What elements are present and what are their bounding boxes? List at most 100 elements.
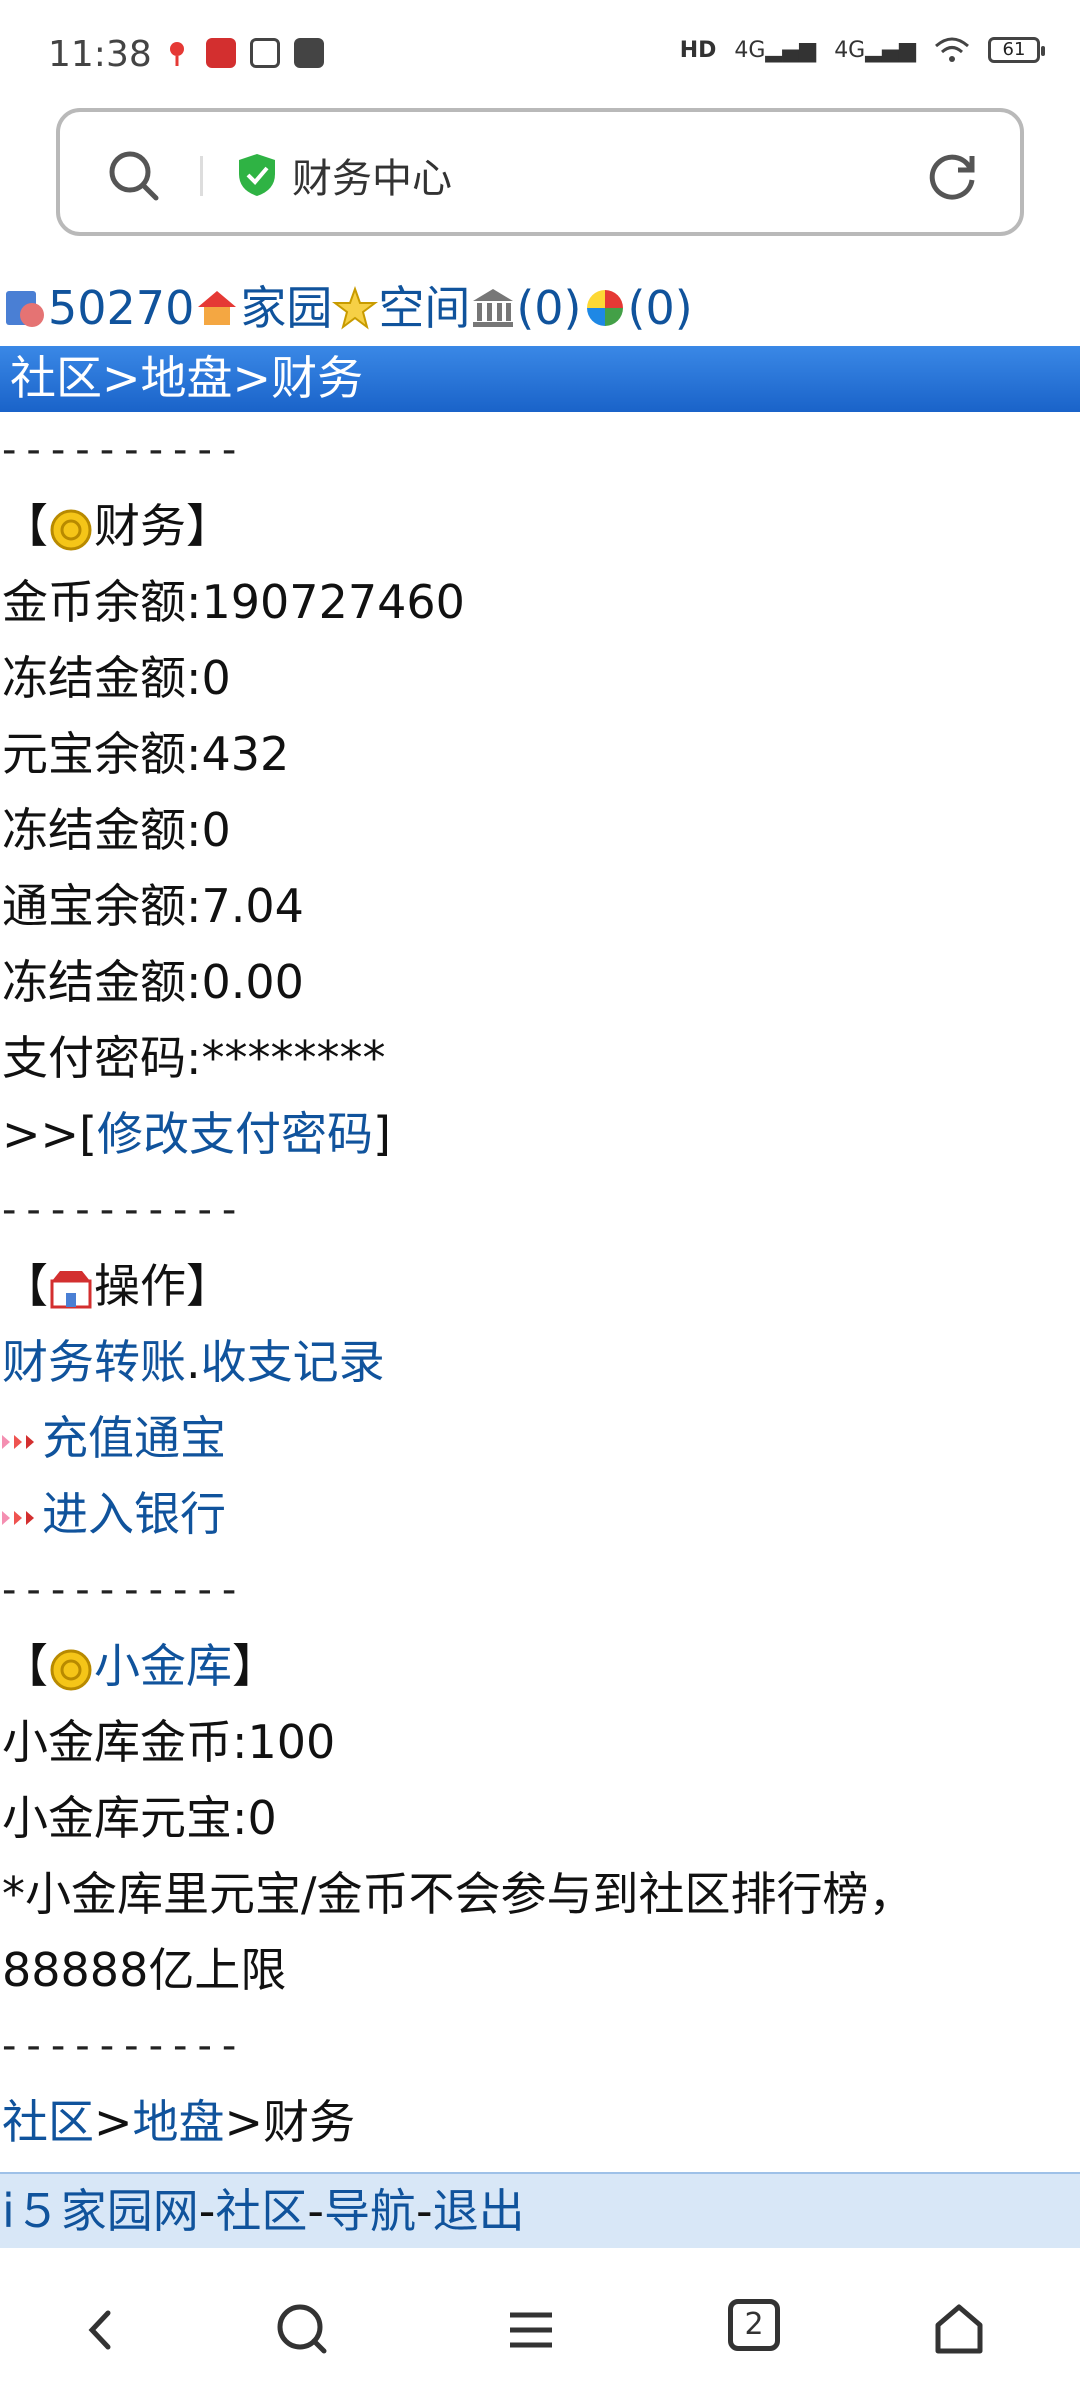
breadcrumb-finance: 财务 [263,2095,356,2149]
bracket-right: 】 [232,1639,278,1693]
footer-community-link[interactable]: 社区 [215,2184,307,2238]
footer-nav-link[interactable]: 导航 [324,2184,416,2238]
bank-count-link[interactable]: (0) [516,270,581,346]
home-link[interactable]: 家园 [240,270,332,346]
divider: ---------- [2,1187,247,1233]
breadcrumb-community[interactable]: 社区 [10,351,102,405]
footer-bar: i５家园网-社区-导航-退出 [0,2172,1080,2248]
user-avatar-icon [6,291,44,327]
address-bar[interactable]: 财务中心 [56,108,1024,236]
status-bar: 11:38 HD 4G▂▄▆ 4G▂▄▆ 61 [0,0,1080,105]
signal-icon: 4G▂▄▆ [734,37,817,63]
status-notification-icons [162,38,324,68]
signal-icon-2: 4G▂▄▆ [834,37,916,63]
bracket-right: 】 [186,1259,232,1313]
hd-icon: HD [679,37,717,63]
dash: - [198,2184,216,2238]
reload-icon[interactable] [924,148,980,204]
tabs-button[interactable]: 2 [728,2299,780,2351]
dash: - [307,2184,324,2238]
bank-icon [473,289,514,327]
modify-password-row: >>[修改支付密码] [0,1096,1080,1172]
gold-balance: 金币余额:190727460 [2,575,465,629]
bracket-right: 】 [186,499,232,553]
coin-icon [50,1649,92,1690]
vault-header: 【小金库】 [0,1628,1080,1704]
operations-header: 【操作】 [0,1248,1080,1324]
message-icon [250,38,280,68]
dot-separator: . [186,1335,201,1389]
breadcrumb-finance: 财务 [271,351,364,405]
bracket-left: 【 [2,1639,48,1693]
breadcrumb-sep: > [224,2095,264,2149]
bracket-left: 【 [2,1259,48,1313]
coin-icon [50,509,92,550]
search-icon[interactable] [104,146,164,206]
breadcrumb-top: 社区>地盘>财务 [0,346,1080,412]
yuanbao-balance: 元宝余额:432 [2,727,290,781]
back-icon[interactable] [66,2295,136,2365]
page-content: 50270 家园 空间 (0) (0) 社区>地盘>财务 ---------- … [0,270,1080,2160]
records-link[interactable]: 收支记录 [201,1335,385,1389]
bracket-left: 【 [2,499,48,553]
site-home-link[interactable]: i５家园网 [2,2184,199,2238]
page-title: 财务中心 [292,156,452,202]
finance-header: 【财务】 [0,488,1080,564]
breadcrumb-sep: > [102,351,141,405]
triple-arrow-icon [2,1434,34,1449]
operations-title: 操作 [94,1259,186,1313]
triple-arrow-icon [2,1510,34,1525]
vault-gold: 小金库金币:100 [2,1715,336,1769]
logout-link[interactable]: 退出 [433,2184,525,2238]
breadcrumb-territory[interactable]: 地盘 [133,2095,225,2149]
transfer-link[interactable]: 财务转账 [2,1335,186,1389]
bank-link[interactable]: 进入银行 [42,1487,226,1541]
vault-note: *小金库里元宝/金币不会参与到社区排行榜， [2,1867,915,1921]
yuanbao-frozen: 冻结金额:0 [2,803,231,857]
breadcrumb-sep: > [94,2095,133,2149]
dash: - [416,2184,433,2238]
secure-shield-icon [239,154,275,196]
modify-prefix: >>[ [2,1107,98,1161]
app-badge-icon [206,38,236,68]
menu-icon[interactable] [496,2295,566,2365]
modify-suffix: ] [373,1107,391,1161]
recharge-link[interactable]: 充值通宝 [42,1411,226,1465]
battery-icon: 61 [988,37,1045,63]
status-system-icons: HD 4G▂▄▆ 4G▂▄▆ 61 [679,36,1045,64]
browser-bottom-nav: 2 [0,2255,1080,2400]
vault-limit: 88888亿上限 [2,1943,287,1997]
user-id-link[interactable]: 50270 [48,270,194,346]
transfer-row: 财务转账.收支记录 [0,1324,1080,1400]
pay-password: 支付密码:******** [2,1031,386,1085]
pinwheel-icon [586,290,623,326]
message-count-link[interactable]: (0) [628,270,693,346]
address-separator [200,156,203,196]
shop-icon [50,1270,92,1308]
wifi-icon [935,37,969,62]
search-icon[interactable] [268,2295,338,2365]
status-time: 11:38 [48,34,152,75]
space-link[interactable]: 空间 [378,270,470,346]
home-icon[interactable] [924,2295,994,2365]
tongbao-frozen: 冻结金额:0.00 [2,955,304,1009]
star-icon [332,286,379,330]
breadcrumb-bottom: 社区>地盘>财务 [0,2084,1080,2160]
divider: ---------- [2,1567,247,1613]
breadcrumb-territory[interactable]: 地盘 [141,351,233,405]
tongbao-balance: 通宝余额:7.04 [2,879,304,933]
breadcrumb-sep: > [232,351,272,405]
vault-link[interactable]: 小金库 [94,1639,232,1693]
user-bar: 50270 家园 空间 (0) (0) [0,270,1080,346]
play-icon [294,38,324,68]
breadcrumb-community[interactable]: 社区 [2,2095,94,2149]
recharge-row: 充值通宝 [0,1400,1080,1476]
gold-frozen: 冻结金额:0 [2,651,231,705]
finance-title: 财务 [94,499,186,553]
vault-yuanbao: 小金库元宝:0 [2,1791,277,1845]
divider: ---------- [2,2023,247,2069]
location-pin-icon [170,42,184,66]
home-icon [198,291,237,325]
divider: ---------- [2,427,247,473]
modify-password-link[interactable]: 修改支付密码 [97,1107,373,1161]
